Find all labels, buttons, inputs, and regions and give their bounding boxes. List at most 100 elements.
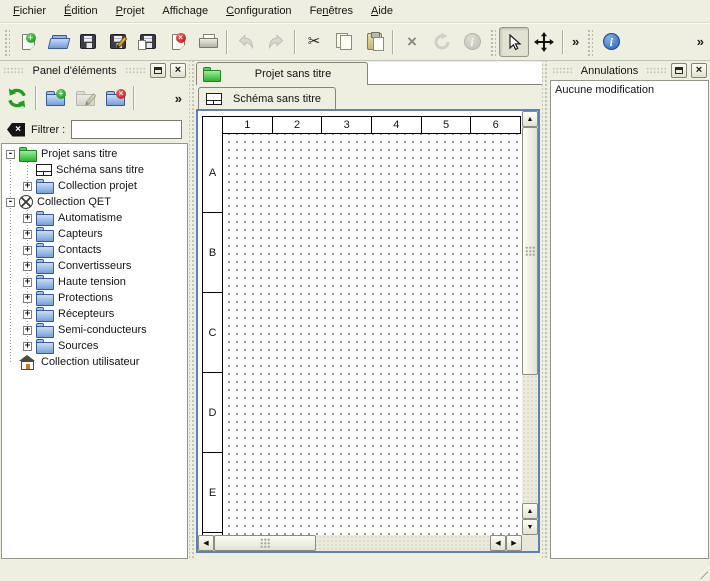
tab-project[interactable]: Projet sans titre bbox=[196, 62, 368, 85]
new-document-button[interactable] bbox=[13, 27, 43, 57]
scroll-up-button[interactable]: ▲ bbox=[522, 503, 538, 519]
dock-splitter[interactable] bbox=[189, 61, 196, 560]
tree-expander[interactable]: - bbox=[6, 150, 15, 159]
element-info-button[interactable] bbox=[457, 27, 487, 57]
horizontal-scrollbar[interactable]: ◀ ◀ ▶ bbox=[198, 535, 522, 551]
undo-panel-titlebar[interactable]: Annulations × bbox=[549, 61, 710, 80]
tree-expander[interactable]: + bbox=[23, 342, 32, 351]
menu-item[interactable]: Aide bbox=[362, 2, 402, 20]
scroll-right-button[interactable]: ▶ bbox=[506, 535, 522, 551]
tree-row[interactable]: - Collection QET bbox=[2, 194, 187, 210]
undo-history-list[interactable]: Aucune modification bbox=[550, 80, 709, 559]
move-tool-button[interactable] bbox=[529, 27, 559, 57]
tree-row[interactable]: Collection utilisateur bbox=[2, 354, 187, 370]
tree-expander[interactable]: + bbox=[23, 246, 32, 255]
close-panel-button[interactable]: × bbox=[691, 63, 707, 78]
tree-expander[interactable]: + bbox=[23, 214, 32, 223]
tree-row[interactable]: + Protections bbox=[2, 290, 187, 306]
tree-item-label: Haute tension bbox=[58, 276, 126, 288]
rotate-button[interactable] bbox=[427, 27, 457, 57]
edit-category-icon bbox=[76, 91, 94, 105]
save-as-icon bbox=[110, 34, 126, 49]
print-button[interactable] bbox=[193, 27, 223, 57]
tree-row[interactable]: + Convertisseurs bbox=[2, 258, 187, 274]
new-category-button[interactable] bbox=[40, 83, 70, 113]
panel-toolbar-extension-button[interactable]: » bbox=[170, 91, 187, 106]
open-project-button[interactable] bbox=[43, 27, 73, 57]
tree-row[interactable]: + Haute tension bbox=[2, 274, 187, 290]
filter-row: Filtrer : bbox=[0, 116, 189, 143]
vertical-scrollbar[interactable]: ▲ ▲ ▼ bbox=[522, 111, 538, 535]
elements-panel-titlebar[interactable]: Panel d'éléments × bbox=[0, 61, 189, 80]
save-button[interactable] bbox=[73, 27, 103, 57]
column-header-cell: 1 bbox=[223, 117, 273, 133]
toolbar-extension-button[interactable]: » bbox=[567, 34, 584, 49]
tree-row[interactable]: + Récepteurs bbox=[2, 306, 187, 322]
tree-item-icon bbox=[19, 355, 37, 369]
undo-history-item[interactable]: Aucune modification bbox=[555, 82, 704, 99]
tree-expander[interactable]: + bbox=[23, 262, 32, 271]
menu-item[interactable]: Édition bbox=[55, 2, 107, 20]
scroll-left-button[interactable]: ◀ bbox=[198, 535, 214, 551]
close-panel-button[interactable]: × bbox=[170, 63, 186, 78]
tree-expander[interactable]: + bbox=[23, 294, 32, 303]
tab-schema[interactable]: Schéma sans titre bbox=[198, 87, 336, 109]
delete-button[interactable]: × bbox=[397, 27, 427, 57]
tree-row[interactable]: Schéma sans titre bbox=[2, 162, 187, 178]
redo-button[interactable] bbox=[261, 27, 291, 57]
toolbar-handle[interactable] bbox=[586, 28, 593, 56]
schema-canvas[interactable]: 123456 ABCDE bbox=[198, 111, 522, 535]
titlebar-grip bbox=[646, 67, 667, 75]
about-info-button[interactable] bbox=[596, 27, 626, 57]
tree-expander[interactable]: + bbox=[23, 230, 32, 239]
paste-button[interactable] bbox=[359, 27, 389, 57]
save-as-button[interactable] bbox=[103, 27, 133, 57]
tree-row[interactable]: - Projet sans titre bbox=[2, 146, 187, 162]
size-grip[interactable] bbox=[694, 565, 708, 579]
select-tool-button[interactable] bbox=[499, 27, 529, 57]
vertical-scroll-thumb[interactable] bbox=[522, 127, 538, 375]
element-tree[interactable]: - Projet sans titre Schéma sans titre + … bbox=[1, 143, 188, 559]
open-folder-icon bbox=[49, 35, 68, 49]
menu-item[interactable]: Configuration bbox=[217, 2, 300, 20]
toolbar-handle[interactable] bbox=[3, 28, 10, 56]
edit-category-button[interactable] bbox=[70, 83, 100, 113]
reload-collections-button[interactable] bbox=[2, 83, 32, 113]
menu-item[interactable]: Fichier bbox=[4, 2, 55, 20]
vertical-scroll-track[interactable] bbox=[522, 127, 538, 503]
tree-expander[interactable]: + bbox=[23, 182, 32, 191]
tree-row[interactable]: + Semi-conducteurs bbox=[2, 322, 187, 338]
tree-row[interactable]: + Collection projet bbox=[2, 178, 187, 194]
save-all-button[interactable] bbox=[133, 27, 163, 57]
tree-row[interactable]: + Capteurs bbox=[2, 226, 187, 242]
tree-expander[interactable]: + bbox=[23, 310, 32, 319]
float-panel-button[interactable] bbox=[671, 63, 687, 78]
scroll-down-button[interactable]: ▼ bbox=[522, 519, 538, 535]
tree-expander[interactable]: + bbox=[23, 278, 32, 287]
tree-row[interactable]: + Contacts bbox=[2, 242, 187, 258]
cut-button[interactable]: ✂ bbox=[299, 27, 329, 57]
tree-row[interactable]: + Sources bbox=[2, 338, 187, 354]
toolbar-extension-button[interactable]: » bbox=[692, 34, 709, 49]
about-info-icon bbox=[603, 33, 620, 50]
float-panel-button[interactable] bbox=[150, 63, 166, 78]
menu-item[interactable]: Affichage bbox=[153, 2, 217, 20]
undo-button[interactable] bbox=[231, 27, 261, 57]
close-project-button[interactable] bbox=[163, 27, 193, 57]
toolbar-handle[interactable] bbox=[489, 28, 496, 56]
horizontal-scroll-thumb[interactable] bbox=[214, 535, 316, 551]
clear-filter-button[interactable] bbox=[7, 123, 25, 137]
horizontal-scroll-track[interactable] bbox=[214, 535, 490, 551]
menu-item[interactable]: Projet bbox=[107, 2, 154, 20]
scroll-left-button[interactable]: ◀ bbox=[490, 535, 506, 551]
menu-item[interactable]: Fenêtres bbox=[301, 2, 362, 20]
dock-splitter[interactable] bbox=[542, 61, 549, 560]
delete-category-button[interactable] bbox=[100, 83, 130, 113]
tree-row[interactable]: + Automatisme bbox=[2, 210, 187, 226]
filter-input[interactable] bbox=[71, 120, 182, 139]
tree-expander[interactable]: - bbox=[6, 198, 15, 207]
copy-button[interactable] bbox=[329, 27, 359, 57]
tree-item-label: Semi-conducteurs bbox=[58, 324, 147, 336]
tree-expander[interactable]: + bbox=[23, 326, 32, 335]
scroll-up-button[interactable]: ▲ bbox=[522, 111, 538, 127]
